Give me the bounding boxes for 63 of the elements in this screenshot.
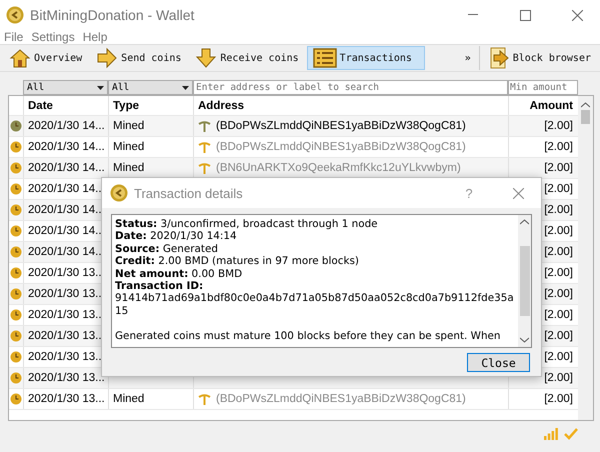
dropdown-caret-icon — [182, 86, 189, 90]
column-header[interactable]: Date — [24, 96, 109, 115]
date-cell: 2020/1/30 14... — [24, 137, 109, 157]
toolbar-overflow-button[interactable]: » — [458, 52, 477, 64]
address-cell: (BDoPWsZLmddQiNBES1yaBBiDzW38QogC81) — [216, 393, 466, 405]
min-amount-field[interactable]: Min amount — [508, 80, 578, 95]
pickaxe-icon — [198, 394, 211, 404]
toolbar-tab[interactable]: Overview — [3, 46, 88, 70]
menu-item[interactable]: Help — [82, 30, 108, 44]
block-browser-button[interactable]: Block browser — [482, 46, 597, 70]
toolbar-tab[interactable]: Transactions — [306, 46, 425, 70]
maximize-icon[interactable] — [520, 10, 530, 20]
pickaxe-icon — [198, 120, 211, 132]
type-filter-dropdown[interactable]: All — [108, 80, 193, 95]
details-line: Credit: 2.00 BMD (matures in 97 more blocks) — [115, 255, 360, 268]
date-cell: 2020/1/30 13... — [24, 389, 109, 409]
scrollbar[interactable] — [518, 215, 531, 347]
column-header[interactable]: Address — [194, 96, 509, 115]
menu-item[interactable]: Settings — [31, 30, 75, 44]
pickaxe-icon — [198, 142, 211, 152]
house-icon — [9, 47, 31, 69]
window-title: BitMiningDonation - Wallet — [30, 7, 196, 23]
list-icon — [312, 48, 337, 68]
scrollbar[interactable] — [578, 96, 593, 420]
dialog-title: Transaction details — [134, 186, 244, 200]
menu-item[interactable]: File — [4, 30, 24, 44]
signal-bars-icon — [544, 428, 558, 440]
address-cell: (BN6UnARKTXo9QeekaRmfKkc12uYLkvwbym) — [216, 162, 461, 174]
dialog-logo-icon — [110, 184, 128, 202]
minimize-icon[interactable] — [468, 14, 478, 16]
scroll-down-icon[interactable] — [520, 337, 529, 343]
details-text-area[interactable] — [111, 214, 532, 348]
close-button[interactable]: Close — [467, 353, 530, 372]
scroll-up-icon[interactable] — [581, 102, 590, 108]
details-line: Status: 3/unconfirmed, broadcast through 1 node — [115, 218, 379, 230]
app-logo-icon — [6, 6, 24, 24]
address-cell: (BDoPWsZLmddQiNBES1yaBBiDzW38QogC81) — [216, 141, 466, 153]
scroll-thumb[interactable] — [581, 110, 590, 124]
type-cell: Mined — [109, 389, 194, 409]
right-arrow-icon — [96, 47, 118, 69]
checkmark-icon — [564, 428, 578, 440]
page-arrow-icon — [488, 47, 510, 69]
address-cell: (BDoPWsZLmddQiNBES1yaBBiDzW38QogC81) — [216, 120, 466, 132]
type-cell: Mined — [109, 116, 194, 136]
close-icon[interactable] — [572, 10, 582, 20]
close-icon[interactable] — [512, 188, 524, 198]
date-cell: 2020/1/30 14... — [24, 116, 109, 136]
details-note: Generated coins must mature 100 blocks before they can be spent. When — [115, 330, 502, 342]
down-arrow-icon — [195, 47, 218, 69]
toolbar-tab[interactable]: Send coins — [90, 46, 188, 70]
column-header[interactable]: Type — [109, 96, 194, 115]
pickaxe-icon — [198, 162, 211, 174]
toolbar-tab[interactable]: Receive coins — [189, 46, 305, 70]
search-field[interactable]: Enter address or label to search — [193, 80, 508, 95]
scroll-up-icon[interactable] — [520, 219, 529, 225]
date-filter-dropdown[interactable]: All — [23, 80, 108, 95]
scroll-thumb[interactable] — [520, 246, 530, 316]
details-line: Net amount: 0.00 BMD — [115, 268, 244, 280]
type-cell: Mined — [109, 137, 194, 157]
dropdown-caret-icon — [97, 86, 104, 90]
details-line: Date: 2020/1/30 14:14 — [115, 230, 238, 243]
details-line: Transaction ID: — [115, 280, 204, 292]
details-line: Source: Generated — [115, 242, 219, 256]
